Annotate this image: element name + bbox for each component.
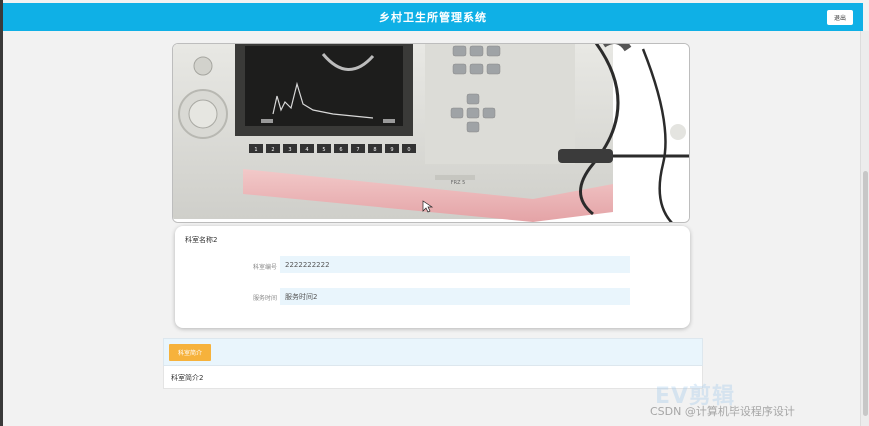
svg-text:1: 1: [254, 147, 257, 153]
tab-department-intro[interactable]: 科室简介: [169, 344, 211, 361]
department-code-field: 2222222222: [280, 256, 630, 273]
svg-text:9: 9: [390, 147, 393, 153]
department-image: 1 2 3 4 5 6 7 8 9 0 FRZ 5: [172, 43, 690, 223]
department-name: 科室名称2: [185, 236, 218, 244]
app-header: 乡村卫生所管理系统 退出: [3, 3, 863, 31]
detail-tabs: 科室简介: [163, 338, 703, 366]
svg-text:7: 7: [356, 147, 359, 153]
svg-text:3: 3: [288, 147, 291, 153]
svg-text:4: 4: [305, 147, 308, 153]
tab-content-panel: 科室简介2: [163, 366, 703, 389]
department-intro-text: 科室简介2: [171, 374, 204, 382]
svg-text:5: 5: [322, 147, 325, 153]
svg-text:8: 8: [373, 147, 376, 153]
svg-text:FRZ 5: FRZ 5: [451, 180, 466, 186]
logout-button[interactable]: 退出: [827, 10, 853, 25]
service-time-label: 服务时间: [252, 295, 277, 302]
svg-text:6: 6: [339, 147, 342, 153]
department-code-label: 科室编号: [252, 264, 277, 271]
scrollbar-thumb[interactable]: [863, 171, 868, 416]
svg-text:0: 0: [407, 147, 410, 153]
service-time-field: 服务时间2: [280, 288, 630, 305]
ultrasound-device-photo-icon: 1 2 3 4 5 6 7 8 9 0 FRZ 5: [173, 44, 689, 222]
page-title: 乡村卫生所管理系统: [379, 11, 487, 24]
csdn-watermark: CSDN @计算机毕设程序设计: [650, 405, 795, 418]
page-scrollbar[interactable]: [860, 31, 869, 426]
department-info-card: 科室名称2 科室编号 2222222222 服务时间 服务时间2: [175, 226, 690, 328]
svg-text:2: 2: [271, 147, 274, 153]
